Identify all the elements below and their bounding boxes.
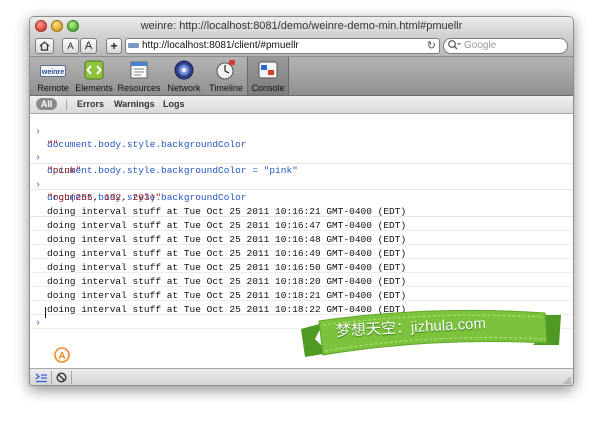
tool-label: Remote bbox=[37, 83, 69, 93]
font-smaller-button[interactable]: A bbox=[62, 38, 79, 54]
resize-grip-icon[interactable] bbox=[562, 375, 572, 385]
home-button[interactable] bbox=[35, 38, 54, 54]
tool-elements[interactable]: Elements bbox=[74, 57, 114, 95]
tool-resources[interactable]: Resources bbox=[116, 57, 162, 95]
search-field[interactable]: Google bbox=[443, 38, 568, 54]
weinre-icon: weinre bbox=[40, 64, 66, 78]
console-filter-bar: All Errors Warnings Logs bbox=[30, 96, 573, 114]
tool-label: Elements bbox=[75, 83, 113, 93]
search-placeholder: Google bbox=[464, 40, 497, 51]
inspector-toolbar: weinre Remote Elements Resources Network… bbox=[30, 57, 573, 96]
filter-logs[interactable]: Logs bbox=[163, 99, 185, 109]
watermark-badge-icon: A bbox=[54, 347, 70, 363]
console-toggle-button[interactable] bbox=[32, 371, 50, 384]
timeline-icon bbox=[216, 60, 236, 80]
text-caret bbox=[45, 307, 46, 318]
network-icon bbox=[174, 60, 194, 80]
filter-errors[interactable]: Errors bbox=[77, 99, 104, 109]
font-larger-button[interactable]: A bbox=[80, 38, 97, 54]
url-text: http://localhost:8081/client/#pmuellr bbox=[142, 40, 299, 51]
elements-icon bbox=[84, 60, 104, 80]
house-icon bbox=[39, 41, 50, 51]
watermark-badge-letter: A bbox=[58, 351, 65, 362]
tool-remote[interactable]: weinre Remote bbox=[33, 57, 73, 95]
clear-console-button[interactable] bbox=[52, 371, 70, 384]
tool-network[interactable]: Network bbox=[164, 57, 204, 95]
resources-icon bbox=[129, 60, 149, 80]
status-divider bbox=[71, 371, 72, 384]
navigation-bar: A A + http://localhost:8081/client/#pmue… bbox=[30, 37, 573, 57]
tool-label: Resources bbox=[117, 83, 161, 93]
favicon-icon bbox=[128, 43, 139, 48]
filter-all[interactable]: All bbox=[36, 98, 57, 110]
prompt-glyph: › bbox=[35, 318, 42, 329]
tool-console[interactable]: Console bbox=[247, 57, 289, 95]
window-title: weinre: http://localhost:8081/demo/weinr… bbox=[140, 20, 463, 32]
tool-label: Timeline bbox=[209, 83, 243, 93]
tool-timeline[interactable]: Timeline bbox=[206, 57, 246, 95]
reload-icon[interactable]: ↻ bbox=[427, 39, 436, 52]
status-bar bbox=[30, 368, 573, 385]
console-toggle-icon bbox=[35, 373, 47, 382]
add-bookmark-button[interactable]: + bbox=[106, 38, 122, 54]
title-bar[interactable]: weinre: http://localhost:8081/demo/weinr… bbox=[30, 17, 573, 37]
filter-separator bbox=[66, 99, 67, 110]
console-icon bbox=[258, 60, 278, 80]
weinre-logo-text: weinre bbox=[41, 69, 64, 76]
tool-label: Network bbox=[167, 83, 201, 93]
filter-warnings[interactable]: Warnings bbox=[114, 99, 155, 109]
tool-label: Console bbox=[251, 83, 285, 93]
search-icon bbox=[447, 39, 461, 54]
url-field[interactable]: http://localhost:8081/client/#pmuellr ↻ bbox=[125, 38, 440, 54]
clear-console-icon bbox=[55, 372, 67, 383]
